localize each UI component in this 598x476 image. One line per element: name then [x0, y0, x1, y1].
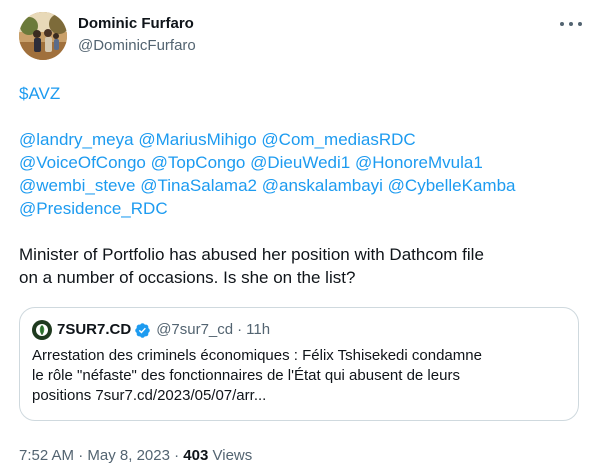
tweet-time[interactable]: 7:52 AM: [19, 447, 74, 464]
more-dot-icon: [578, 22, 582, 26]
mention-link[interactable]: @MariusMihigo: [138, 130, 256, 149]
more-dot-icon: [560, 22, 564, 26]
author-block: Dominic Furfaro @DominicFurfaro: [78, 14, 558, 56]
mention-link[interactable]: @VoiceOfCongo: [19, 153, 146, 172]
mention-link[interactable]: @HonoreMvula1: [355, 153, 483, 172]
mention-link[interactable]: @anskalambayi: [262, 176, 383, 195]
quoted-tweet-text: Arrestation des criminels économiques : …: [32, 346, 566, 406]
mention-link[interactable]: @CybelleKamba: [388, 176, 516, 195]
leaf-logo-icon: [36, 324, 48, 336]
quoted-tweet-time[interactable]: 11h: [246, 320, 270, 340]
mention-link[interactable]: @landry_meya: [19, 130, 134, 149]
tweet-date[interactable]: May 8, 2023: [87, 447, 170, 464]
tweet-message: Minister of Portfolio has abused her pos…: [19, 243, 579, 289]
author-avatar[interactable]: [19, 12, 67, 60]
separator-dot: ·: [78, 447, 84, 464]
more-dot-icon: [569, 22, 573, 26]
quoted-tweet-header: 7SUR7.CD @7sur7_cd · 11h: [32, 320, 270, 340]
mentions-paragraph: @landry_meya @MariusMihigo @Com_mediasRD…: [19, 128, 579, 220]
mention-link[interactable]: @TopCongo: [151, 153, 246, 172]
quoted-text-line: le rôle "néfaste" des fonctionnaires de …: [32, 367, 460, 384]
separator-dot: ·: [237, 321, 243, 338]
mention-link[interactable]: @wembi_steve: [19, 176, 135, 195]
quoted-tweet[interactable]: 7SUR7.CD @7sur7_cd · 11h Arrestation des…: [19, 307, 579, 421]
more-options-button[interactable]: [560, 16, 582, 32]
quoted-text-line: positions 7sur7.cd/2023/05/07/arr...: [32, 387, 267, 404]
tweet-card: Dominic Furfaro @DominicFurfaro $AVZ @la…: [0, 0, 598, 476]
separator-dot: ·: [174, 447, 180, 464]
cashtag-link[interactable]: $AVZ: [19, 84, 60, 103]
views-count: 403: [183, 447, 209, 464]
quoted-author-avatar[interactable]: [32, 320, 52, 340]
author-display-name[interactable]: Dominic Furfaro: [78, 14, 558, 34]
mention-link[interactable]: @Presidence_RDC: [19, 199, 168, 218]
views-label: Views: [212, 447, 253, 464]
quoted-author-handle[interactable]: @7sur7_cd: [156, 320, 233, 340]
cashtag-paragraph: $AVZ: [19, 82, 579, 105]
verified-badge-icon: [134, 322, 151, 339]
tweet-footer: 7:52 AM · May 8, 2023 · 403 Views: [19, 446, 252, 466]
quoted-author-name[interactable]: 7SUR7.CD: [57, 320, 131, 340]
tweet-message-line: on a number of occasions. Is she on the …: [19, 268, 356, 287]
tweet-text: $AVZ @landry_meya @MariusMihigo @Com_med…: [19, 82, 579, 289]
author-handle[interactable]: @DominicFurfaro: [78, 36, 558, 56]
tweet-message-line: Minister of Portfolio has abused her pos…: [19, 245, 484, 264]
mention-link[interactable]: @DieuWedi1: [250, 153, 350, 172]
quoted-text-line: Arrestation des criminels économiques : …: [32, 347, 482, 364]
mention-link[interactable]: @Com_mediasRDC: [261, 130, 415, 149]
avatar-photo-icon: [19, 12, 67, 60]
mention-link[interactable]: @TinaSalama2: [140, 176, 257, 195]
